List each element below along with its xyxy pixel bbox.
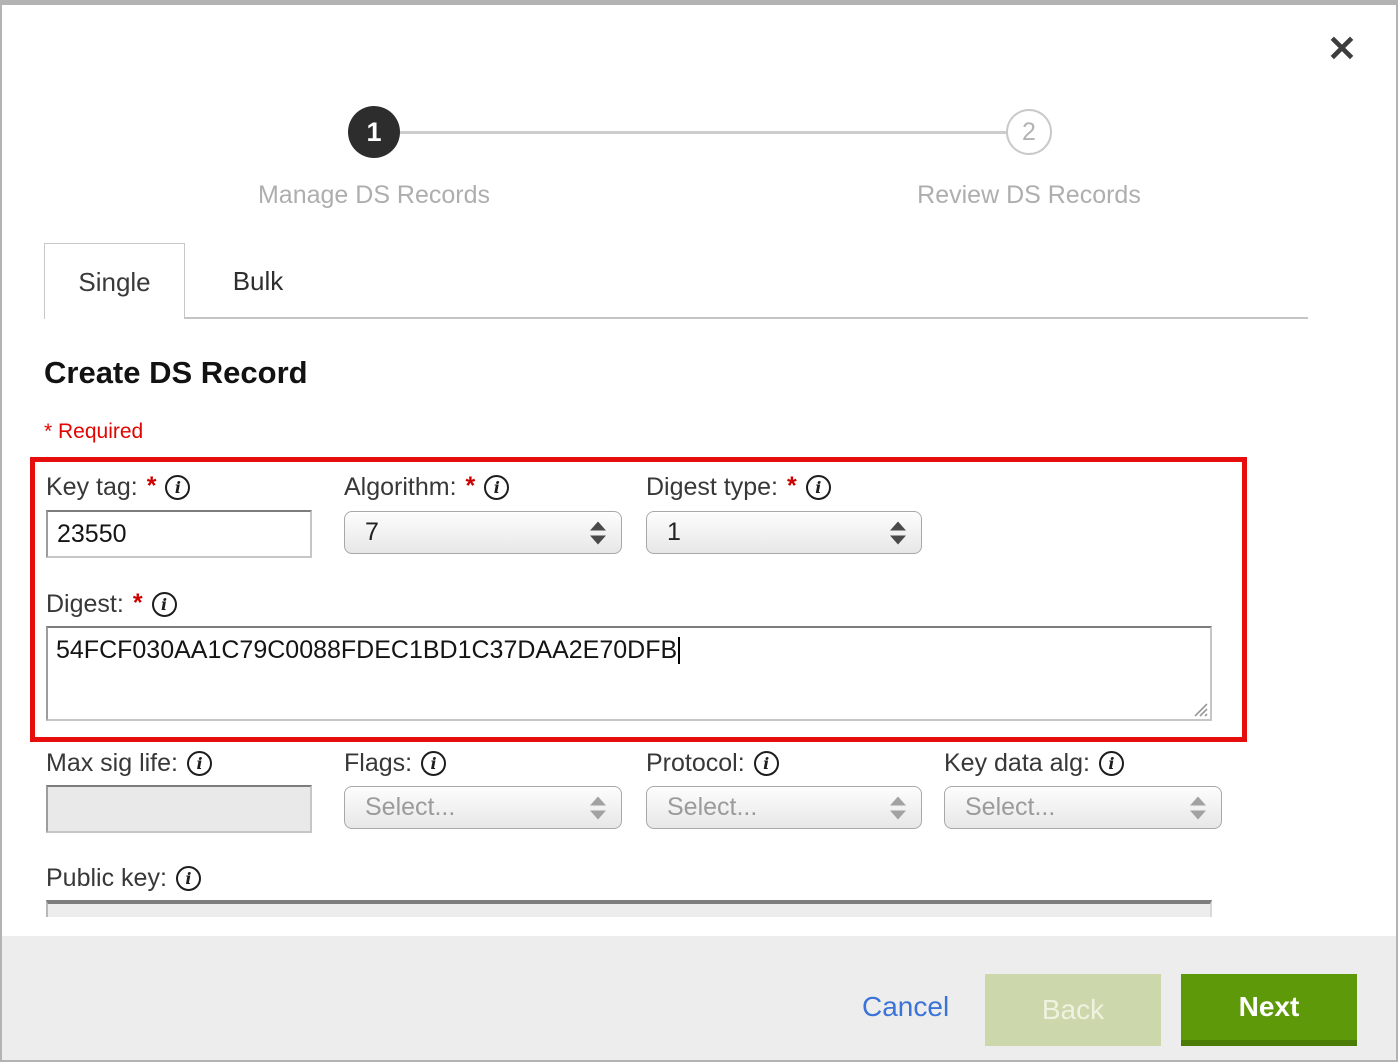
close-icon: ✕ [1327, 28, 1357, 69]
public-key-label: Public key: i [46, 863, 201, 893]
key-tag-input[interactable] [46, 510, 312, 558]
spinner-arrows-icon [590, 796, 606, 819]
spinner-arrows-icon [890, 521, 906, 544]
create-ds-record-dialog: ✕ 1 2 Manage DS Records Review DS Record… [0, 0, 1398, 1062]
step-1-label: Manage DS Records [214, 181, 534, 210]
algorithm-select-value: 7 [365, 518, 379, 547]
algorithm-info-icon[interactable]: i [484, 475, 509, 500]
key-data-alg-info-icon[interactable]: i [1099, 751, 1124, 776]
algorithm-label-text: Algorithm: [344, 473, 457, 502]
max-sig-life-info-icon[interactable]: i [187, 751, 212, 776]
flags-label-text: Flags: [344, 749, 412, 778]
key-data-alg-select[interactable]: Select... [944, 786, 1222, 829]
key-data-alg-label: Key data alg: i [944, 748, 1124, 778]
text-caret [678, 637, 680, 664]
step-1-indicator: 1 [348, 106, 400, 158]
textarea-resize-handle[interactable] [1192, 701, 1208, 717]
digest-textarea[interactable]: 54FCF030AA1C79C0088FDEC1BD1C37DAA2E70DFB [46, 626, 1212, 721]
tab-bar-divider [185, 317, 1308, 319]
cancel-button[interactable]: Cancel [862, 991, 949, 1023]
close-button[interactable]: ✕ [1320, 27, 1364, 71]
tab-single[interactable]: Single [44, 243, 185, 319]
public-key-label-text: Public key: [46, 864, 167, 893]
digest-type-select-value: 1 [667, 518, 681, 547]
protocol-label-text: Protocol: [646, 749, 745, 778]
key-tag-label: Key tag: * i [46, 472, 190, 502]
key-data-alg-select-placeholder: Select... [965, 793, 1055, 822]
tab-bulk[interactable]: Bulk [185, 243, 331, 319]
spinner-arrows-icon [590, 521, 606, 544]
spinner-arrows-icon [1190, 796, 1206, 819]
digest-label: Digest: * i [46, 589, 177, 619]
digest-type-info-icon[interactable]: i [806, 475, 831, 500]
next-button[interactable]: Next [1181, 974, 1357, 1046]
spinner-arrows-icon [890, 796, 906, 819]
digest-type-required-marker: * [787, 472, 797, 501]
protocol-info-icon[interactable]: i [754, 751, 779, 776]
protocol-select-placeholder: Select... [667, 793, 757, 822]
public-key-info-icon[interactable]: i [176, 866, 201, 891]
flags-select-placeholder: Select... [365, 793, 455, 822]
digest-info-icon[interactable]: i [152, 592, 177, 617]
back-button[interactable]: Back [985, 974, 1161, 1046]
digest-type-select[interactable]: 1 [646, 511, 922, 554]
digest-type-label: Digest type: * i [646, 472, 831, 502]
protocol-select[interactable]: Select... [646, 786, 922, 829]
algorithm-select[interactable]: 7 [344, 511, 622, 554]
key-tag-info-icon[interactable]: i [165, 475, 190, 500]
protocol-label: Protocol: i [646, 748, 779, 778]
key-tag-required-marker: * [147, 472, 157, 501]
flags-label: Flags: i [344, 748, 446, 778]
step-2-indicator: 2 [1006, 109, 1052, 155]
required-note: * Required [44, 420, 143, 444]
public-key-textarea[interactable] [46, 900, 1212, 917]
stepper-connector-line [400, 131, 1008, 134]
digest-type-label-text: Digest type: [646, 473, 778, 502]
algorithm-label: Algorithm: * i [344, 472, 509, 502]
flags-info-icon[interactable]: i [421, 751, 446, 776]
digest-value: 54FCF030AA1C79C0088FDEC1BD1C37DAA2E70DFB [56, 636, 677, 664]
digest-required-marker: * [133, 589, 143, 618]
step-2-label: Review DS Records [869, 181, 1189, 210]
key-tag-label-text: Key tag: [46, 473, 138, 502]
key-data-alg-label-text: Key data alg: [944, 749, 1090, 778]
max-sig-life-label: Max sig life: i [46, 748, 212, 778]
page-title: Create DS Record [44, 355, 308, 391]
max-sig-life-input[interactable] [46, 785, 312, 833]
max-sig-life-label-text: Max sig life: [46, 749, 178, 778]
algorithm-required-marker: * [466, 472, 476, 501]
flags-select[interactable]: Select... [344, 786, 622, 829]
digest-label-text: Digest: [46, 590, 124, 619]
